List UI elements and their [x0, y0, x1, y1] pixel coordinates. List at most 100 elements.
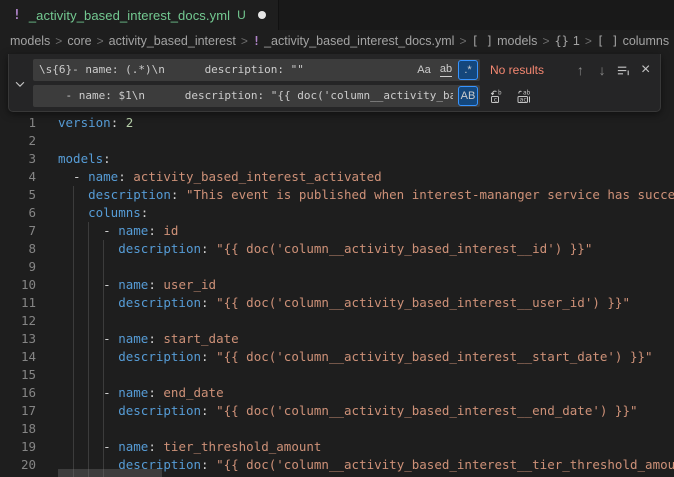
- svg-text:ac: ac: [519, 96, 527, 103]
- line-number[interactable]: 2: [0, 132, 36, 150]
- code-text: - name: start_date: [36, 330, 239, 348]
- breadcrumb-label: 1: [573, 34, 580, 48]
- breadcrumb-separator: >: [55, 34, 62, 48]
- line-number[interactable]: 8: [0, 240, 36, 258]
- code-line[interactable]: 15: [0, 366, 674, 384]
- editor[interactable]: 1version: 223models:4 - name: activity_b…: [0, 52, 674, 477]
- code-text: - name: end_date: [36, 384, 224, 402]
- code-text: [36, 420, 58, 438]
- line-number[interactable]: 1: [0, 114, 36, 132]
- line-number[interactable]: 16: [0, 384, 36, 402]
- breadcrumb-separator: >: [459, 34, 466, 48]
- replace-icon: b c: [489, 88, 505, 104]
- find-row: \s{6}- name: (.*)\n description: "" Aa a…: [33, 59, 655, 81]
- tab-title: _activity_based_interest_docs.yml: [29, 8, 230, 23]
- line-number[interactable]: 6: [0, 204, 36, 222]
- previous-match-button[interactable]: ↑: [571, 60, 590, 81]
- code-line[interactable]: 6 columns:: [0, 204, 674, 222]
- breadcrumb-separator: >: [585, 34, 592, 48]
- next-match-button[interactable]: ↓: [593, 60, 612, 81]
- close-button[interactable]: ×: [636, 60, 655, 81]
- array-symbol-icon: [ ]: [471, 34, 493, 48]
- breadcrumb-item[interactable]: [ ] models: [471, 34, 537, 48]
- code-text: [36, 258, 58, 276]
- line-number[interactable]: 10: [0, 276, 36, 294]
- line-number[interactable]: 4: [0, 168, 36, 186]
- code-area[interactable]: 1version: 223models:4 - name: activity_b…: [0, 114, 674, 474]
- code-text: - name: activity_based_interest_activate…: [36, 168, 382, 186]
- line-number[interactable]: 5: [0, 186, 36, 204]
- line-number[interactable]: 13: [0, 330, 36, 348]
- find-in-selection-button[interactable]: [615, 60, 634, 81]
- code-line[interactable]: 12: [0, 312, 674, 330]
- breadcrumb-item[interactable]: ! _activity_based_interest_docs.yml: [253, 34, 455, 48]
- line-number[interactable]: 20: [0, 456, 36, 474]
- yaml-file-icon: !: [13, 8, 21, 23]
- breadcrumb-label: _activity_based_interest_docs.yml: [264, 34, 454, 48]
- tab-bar: ! _activity_based_interest_docs.yml U: [0, 0, 674, 30]
- breadcrumb-item[interactable]: {}1: [554, 34, 579, 48]
- replace-input[interactable]: - name: $1\n description: "{{ doc('colum…: [33, 85, 480, 107]
- breadcrumb-item[interactable]: activity_based_interest: [109, 34, 236, 48]
- code-text: [36, 366, 58, 384]
- line-number[interactable]: 11: [0, 294, 36, 312]
- code-line[interactable]: 14 description: "{{ doc('column__activit…: [0, 348, 674, 366]
- line-number[interactable]: 18: [0, 420, 36, 438]
- code-line[interactable]: 2: [0, 132, 674, 150]
- whole-word-button[interactable]: ab: [436, 60, 456, 80]
- match-case-button[interactable]: Aa: [414, 60, 434, 80]
- code-line[interactable]: 8 description: "{{ doc('column__activity…: [0, 240, 674, 258]
- line-number[interactable]: 19: [0, 438, 36, 456]
- breadcrumb-item[interactable]: core: [67, 34, 91, 48]
- replace-input-value: - name: $1\n description: "{{ doc('colum…: [39, 85, 453, 107]
- line-number[interactable]: 9: [0, 258, 36, 276]
- breadcrumb-item[interactable]: [ ]columns: [597, 34, 669, 48]
- code-line[interactable]: 9: [0, 258, 674, 276]
- code-line[interactable]: 17 description: "{{ doc('column__activit…: [0, 402, 674, 420]
- toggle-replace-chevron-icon[interactable]: [11, 75, 29, 93]
- code-line[interactable]: 16 - name: end_date: [0, 384, 674, 402]
- line-number[interactable]: 7: [0, 222, 36, 240]
- code-line[interactable]: 4 - name: activity_based_interest_activa…: [0, 168, 674, 186]
- code-line[interactable]: 13 - name: start_date: [0, 330, 674, 348]
- line-number[interactable]: 17: [0, 402, 36, 420]
- breadcrumb-separator: >: [97, 34, 104, 48]
- find-input-value: \s{6}- name: (.*)\n description: "": [39, 59, 304, 81]
- tab-active-file[interactable]: ! _activity_based_interest_docs.yml U: [0, 0, 279, 30]
- horizontal-scrollbar-thumb[interactable]: [58, 469, 162, 477]
- code-line[interactable]: 11 description: "{{ doc('column__activit…: [0, 294, 674, 312]
- find-widget: \s{6}- name: (.*)\n description: "" Aa a…: [8, 54, 661, 112]
- code-text: description: "{{ doc('column__activity_b…: [36, 348, 653, 366]
- code-text: columns:: [36, 204, 148, 222]
- breadcrumb-label: models: [10, 34, 50, 48]
- code-line[interactable]: 3models:: [0, 150, 674, 168]
- code-line[interactable]: 18: [0, 420, 674, 438]
- code-line[interactable]: 19 - name: tier_threshold_amount: [0, 438, 674, 456]
- find-input[interactable]: \s{6}- name: (.*)\n description: "" Aa a…: [33, 59, 480, 81]
- breadcrumb-label: models: [497, 34, 537, 48]
- code-line[interactable]: 5 description: "This event is published …: [0, 186, 674, 204]
- code-line[interactable]: 1version: 2: [0, 114, 674, 132]
- preserve-case-button[interactable]: AB: [458, 86, 478, 106]
- regex-button[interactable]: .*: [458, 60, 478, 80]
- breadcrumb: models > core > activity_based_interest >! _ac…: [0, 30, 674, 52]
- yaml-file-icon: !: [253, 34, 260, 48]
- line-number[interactable]: 12: [0, 312, 36, 330]
- code-line[interactable]: 10 - name: user_id: [0, 276, 674, 294]
- find-in-selection-icon: [616, 63, 631, 78]
- line-number[interactable]: 14: [0, 348, 36, 366]
- code-text: [36, 132, 58, 150]
- breadcrumb-label: core: [67, 34, 91, 48]
- code-text: models:: [36, 150, 111, 168]
- line-number[interactable]: 3: [0, 150, 36, 168]
- code-text: - name: tier_threshold_amount: [36, 438, 321, 456]
- svg-text:b: b: [498, 90, 502, 97]
- code-text: description: "This event is published wh…: [36, 186, 674, 204]
- code-line[interactable]: 7 - name: id: [0, 222, 674, 240]
- replace-all-button[interactable]: ab ac: [513, 86, 534, 107]
- line-number[interactable]: 15: [0, 366, 36, 384]
- modified-indicator-icon[interactable]: [258, 11, 266, 19]
- replace-button[interactable]: b c: [486, 86, 507, 107]
- code-text: description: "{{ doc('column__activity_b…: [36, 294, 630, 312]
- breadcrumb-item[interactable]: models: [10, 34, 50, 48]
